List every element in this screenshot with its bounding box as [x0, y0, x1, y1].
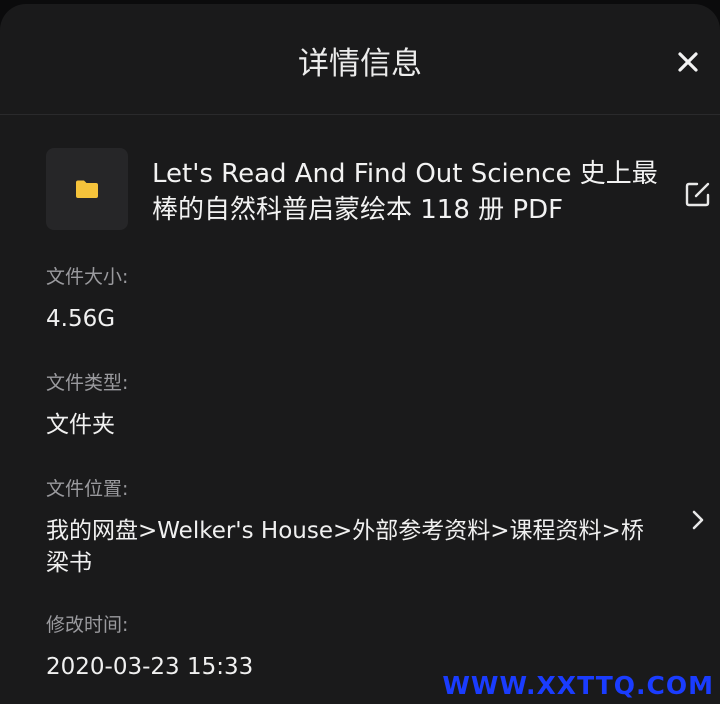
- edit-icon: [685, 182, 710, 207]
- modified-time-label: 修改时间:: [46, 614, 129, 636]
- rename-button[interactable]: [676, 174, 720, 214]
- file-row: Let's Read And Find Out Science 史上最棒的自然科…: [46, 148, 720, 238]
- file-size-field: 文件大小: 4.56G: [46, 262, 720, 335]
- file-location-field[interactable]: 文件位置: 我的网盘>Welker's House>外部参考资料>课程资料>桥梁…: [46, 474, 720, 579]
- watermark: WWW.XXTTQ.COM: [442, 671, 714, 700]
- file-location-value[interactable]: 我的网盘>Welker's House>外部参考资料>课程资料>桥梁书: [46, 515, 666, 579]
- file-type-label: 文件类型:: [46, 372, 129, 394]
- sheet-title: 详情信息: [298, 46, 422, 82]
- location-chevron[interactable]: [686, 508, 710, 532]
- file-location-label: 文件位置:: [46, 478, 129, 500]
- file-type-value: 文件夹: [46, 412, 115, 438]
- chevron-right-icon: [692, 510, 704, 530]
- folder-icon: [76, 180, 98, 198]
- file-size-label: 文件大小:: [46, 266, 129, 288]
- file-name: Let's Read And Find Out Science 史上最棒的自然科…: [152, 159, 658, 225]
- file-type-field: 文件类型: 文件夹: [46, 368, 720, 441]
- close-button[interactable]: [668, 42, 708, 82]
- file-size-value: 4.56G: [46, 306, 116, 332]
- close-icon: [678, 52, 698, 72]
- folder-thumbnail: [46, 148, 128, 230]
- sheet-header: 详情信息: [0, 4, 720, 115]
- details-sheet: 详情信息 Let's Read And Find Out Science 史上最…: [0, 4, 720, 704]
